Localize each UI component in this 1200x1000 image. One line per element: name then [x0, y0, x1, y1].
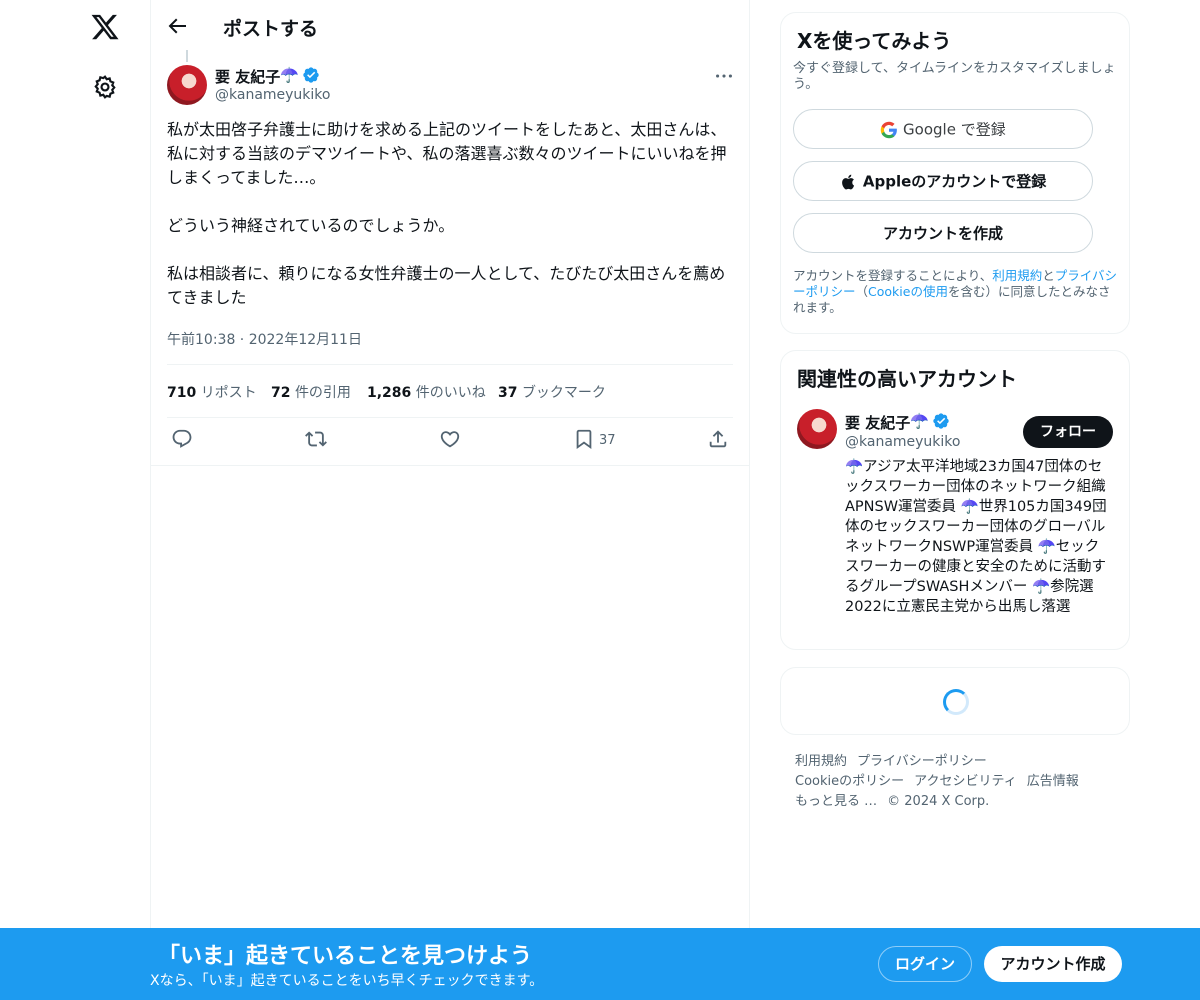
verified-badge-icon — [932, 412, 950, 430]
reposts-stat[interactable]: 710 リポスト — [167, 382, 257, 402]
divider — [151, 465, 749, 466]
legal-text: （ — [855, 284, 869, 299]
footer-links: 利用規約 プライバシーポリシー Cookieのポリシー アクセシビリティ 広告情報 も… — [795, 752, 1115, 812]
post-timestamp[interactable]: 午前10:38 · 2022年12月11日 — [167, 329, 362, 349]
page-header: ポストする — [151, 0, 749, 54]
related-accounts-card: 関連性の高いアカウント 要 友紀子 ☂️ @kanameyukiko フォロー … — [780, 350, 1130, 650]
bookmark-count: 37 — [599, 433, 616, 448]
banner-title: 「いま」起きていることを見つけよう — [158, 944, 533, 969]
reposts-count: 710 — [167, 385, 197, 401]
bookmarks-count: 37 — [498, 385, 518, 401]
bookmarks-stat[interactable]: 37 ブックマーク — [498, 382, 606, 402]
divider — [167, 417, 733, 418]
related-account-handle[interactable]: @kanameyukiko — [845, 434, 960, 450]
umbrella-emoji: ☂️ — [280, 66, 299, 84]
arrow-left-icon[interactable] — [165, 14, 191, 40]
apple-icon — [841, 174, 854, 189]
footer-terms-link[interactable]: 利用規約 — [795, 754, 847, 769]
like-icon[interactable] — [439, 428, 461, 454]
google-signup-button[interactable]: Google で登録 — [793, 109, 1093, 149]
likes-stat[interactable]: 1,286 件のいいね — [367, 382, 486, 402]
signup-banner: 「いま」起きていることを見つけよう Xなら、「いま」起きていることをいち早くチェ… — [0, 928, 1200, 1000]
post-text: 私が太田啓子弁護士に助けを求める上記のツイートをしたあと、太田さんは、私に対する… — [167, 120, 727, 307]
author-name[interactable]: 要 友紀子 — [215, 66, 280, 87]
x-logo-icon[interactable] — [90, 12, 120, 42]
bookmarks-label: ブックマーク — [521, 385, 606, 401]
terms-link[interactable]: 利用規約 — [992, 268, 1042, 283]
banner-create-account-button[interactable]: アカウント作成 — [984, 946, 1122, 982]
bookmark-icon[interactable]: 37 — [573, 428, 616, 454]
quotes-label: 件の引用 — [294, 385, 351, 401]
footer-more-link[interactable]: もっと見る … — [795, 794, 877, 809]
follow-button[interactable]: フォロー — [1023, 416, 1113, 448]
avatar[interactable] — [167, 65, 207, 105]
more-options-icon[interactable] — [713, 65, 735, 87]
related-account-name[interactable]: 要 友紀子 — [845, 412, 910, 433]
cookie-link[interactable]: Cookieの使用 — [868, 284, 948, 299]
loading-card — [780, 667, 1130, 735]
signup-title: Xを使ってみよう — [797, 29, 952, 53]
share-icon[interactable] — [707, 428, 729, 454]
author-handle[interactable]: @kanameyukiko — [215, 87, 330, 103]
legal-text: と — [1042, 268, 1055, 283]
banner-subtitle: Xなら、「いま」起きていることをいち早くチェックできます。 — [150, 973, 544, 989]
post-actions: 37 — [151, 428, 749, 456]
footer-ads-link[interactable]: 広告情報 — [1027, 774, 1079, 789]
reposts-label: リポスト — [200, 385, 257, 401]
apple-signup-button[interactable]: Appleのアカウントで登録 — [793, 161, 1093, 201]
create-account-button[interactable]: アカウントを作成 — [793, 213, 1093, 253]
signup-card: Xを使ってみよう 今すぐ登録して、タイムラインをカスタマイズしましょう。 Goo… — [780, 12, 1130, 334]
google-signup-label: Google で登録 — [903, 120, 1006, 139]
footer-accessibility-link[interactable]: アクセシビリティ — [914, 774, 1017, 789]
loading-spinner-icon — [943, 689, 969, 715]
footer-privacy-link[interactable]: プライバシーポリシー — [857, 754, 987, 769]
gear-icon[interactable] — [92, 74, 118, 100]
thread-line — [186, 50, 188, 62]
create-account-label: アカウントを作成 — [882, 224, 1003, 243]
footer-cookie-link[interactable]: Cookieのポリシー — [795, 774, 904, 789]
umbrella-emoji: ☂️ — [910, 412, 929, 430]
quotes-count: 72 — [271, 385, 291, 401]
signup-subtitle: 今すぐ登録して、タイムラインをカスタマイズしましょう。 — [793, 61, 1116, 92]
divider — [167, 364, 733, 365]
repost-icon[interactable] — [305, 428, 327, 454]
main-column: ポストする 要 友紀子 ☂️ @kanameyukiko 私が太田啓子弁護士に助… — [150, 0, 750, 1000]
related-account-bio: ☂️アジア太平洋地域23カ国47団体のセックスワーカー団体のネットワーク組織AP… — [845, 459, 1107, 615]
post-author: 要 友紀子 ☂️ @kanameyukiko — [167, 65, 735, 107]
quotes-stat[interactable]: 72 件の引用 — [271, 382, 351, 402]
legal-notice: アカウントを登録することにより、利用規約とプライバシーポリシー（Cookieの使… — [793, 268, 1121, 316]
apple-signup-label: Appleのアカウントで登録 — [862, 172, 1047, 191]
legal-text: アカウントを登録することにより、 — [793, 268, 993, 283]
likes-count: 1,286 — [367, 385, 412, 401]
google-icon — [881, 121, 898, 138]
reply-icon[interactable] — [171, 428, 193, 454]
likes-label: 件のいいね — [415, 385, 486, 401]
verified-badge-icon — [302, 66, 320, 84]
left-navigation — [0, 0, 150, 1000]
page-title: ポストする — [223, 18, 319, 40]
footer-copyright: © 2024 X Corp. — [887, 794, 990, 809]
login-button[interactable]: ログイン — [878, 946, 972, 982]
related-title: 関連性の高いアカウント — [797, 367, 1017, 391]
avatar[interactable] — [797, 409, 837, 449]
